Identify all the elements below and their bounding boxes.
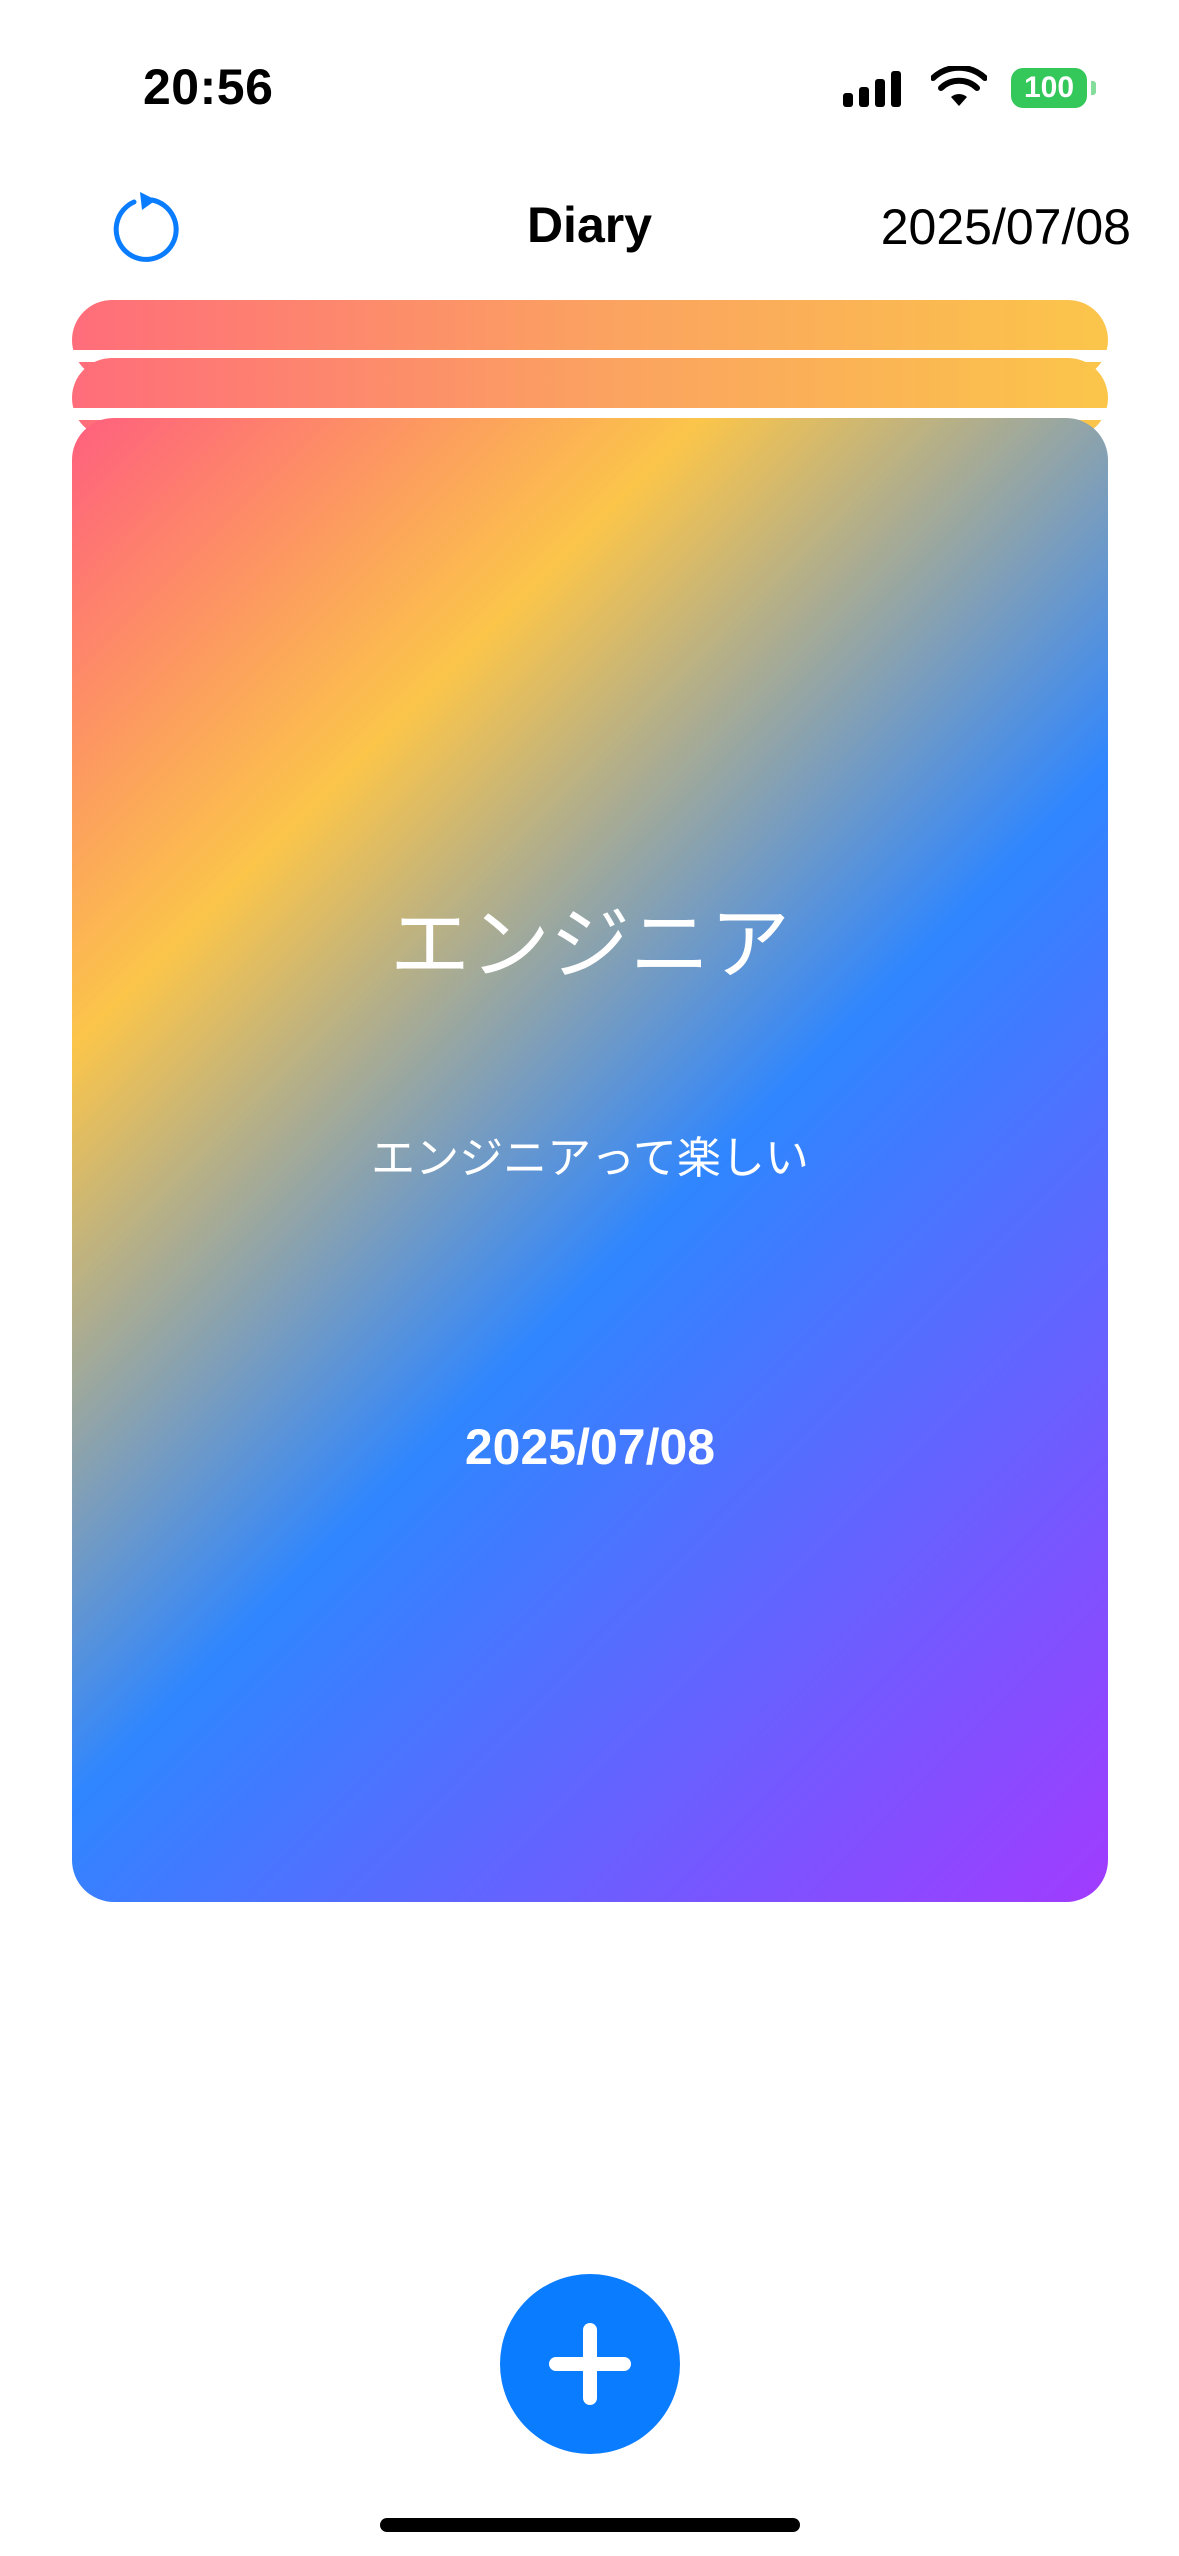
battery-icon: 100 bbox=[1011, 68, 1087, 108]
home-indicator[interactable] bbox=[380, 2518, 800, 2532]
card-title: エンジニア bbox=[390, 898, 790, 991]
add-entry-button[interactable] bbox=[500, 2274, 680, 2454]
status-time: 20:56 bbox=[143, 59, 274, 115]
wifi-icon bbox=[931, 66, 987, 106]
status-indicators: 100 bbox=[843, 66, 1096, 110]
diary-screen: 20:56 100 Diary 2025/07/08 エンジニア エンジニアって… bbox=[0, 0, 1179, 2556]
cellular-signal-icon bbox=[843, 69, 901, 107]
diary-card[interactable]: エンジニア エンジニアって楽しい 2025/07/08 bbox=[72, 418, 1108, 1902]
card-date: 2025/07/08 bbox=[464, 1419, 716, 1475]
battery-nub bbox=[1091, 81, 1096, 95]
card-body: エンジニアって楽しい bbox=[371, 1133, 809, 1184]
plus-icon bbox=[549, 2323, 631, 2405]
header-date: 2025/07/08 bbox=[880, 199, 1131, 255]
